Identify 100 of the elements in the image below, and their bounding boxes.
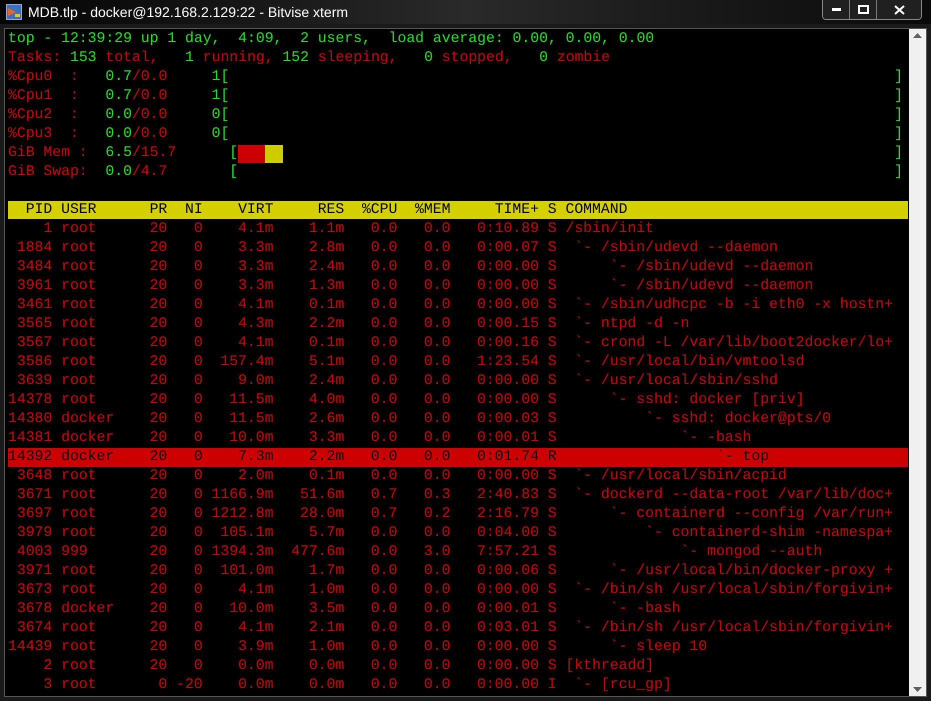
table-cell-text: S: [546, 429, 557, 448]
table-cell: `- /usr/local/sbin/sshd: [574, 372, 778, 391]
table-row[interactable]: 1884 root 20 0 3.3m 2.8m 0.0 0.0 0:00.07 S `- /sbin/udevd --daemon: [8, 239, 908, 258]
scroll-down-icon[interactable]: [913, 687, 922, 692]
table-cell-text: 20: [148, 410, 168, 429]
table-row[interactable]: 3567 root 20 0 4.1m 0.1m 0.0 0.0 0:00.16 S `- crond -L /var/lib/boot2docker/lo+: [8, 334, 908, 353]
table-cell-text: 4.1m: [237, 581, 274, 600]
table-row[interactable]: 14381 docker 20 0 10.0m 3.3m 0.0 0.0 0:00.01 S `- -bash: [8, 429, 908, 448]
table-cell-text: 2: [42, 657, 52, 676]
table-cell-text: docker: [61, 410, 116, 429]
selected-row[interactable]: 14392 docker 20 0 7.3m 2.2m 0.0 0.0 0:01.74 R `- top: [8, 448, 908, 467]
table-cell-text: 0: [192, 258, 203, 277]
table-cell: `- /usr/local/sbin/acpid: [574, 467, 787, 486]
table-row[interactable]: 3639 root 20 0 9.0m 2.4m 0.0 0.0 0:00.00 S `- /usr/local/sbin/sshd: [8, 372, 908, 391]
close-button[interactable]: [877, 0, 921, 19]
table-row[interactable]: 3674 root 20 0 4.1m 2.1m 0.0 0.0 0:03.01 S `- /bin/sh /usr/local/sbin/forgivin+: [8, 619, 908, 638]
table-row[interactable]: 3671 root 20 0 1166.9m 51.6m 0.7 0.3 2:40.83 S `- dockerd --data-root /var/lib/doc+: [8, 486, 908, 505]
column-header: PR: [148, 201, 168, 219]
table-cell: `- containerd-shim -namespa+: [645, 524, 893, 543]
table-cell-text: 0: [192, 657, 203, 676]
table-cell-text: 20: [148, 296, 168, 315]
table-cell-text: 0: [192, 391, 203, 410]
table-cell-text: 20: [148, 543, 168, 562]
table-row[interactable]: 3586 root 20 0 157.4m 5.1m 0.0 0.0 1:23.54 S `- /usr/local/bin/vmtoolsd: [8, 353, 908, 372]
table-cell-text: 0:00.07: [476, 239, 539, 258]
table-cell-text: 0: [192, 486, 203, 505]
table-cell-text: 4.1m: [237, 296, 274, 315]
table-cell-text: 0:00.00: [476, 676, 539, 695]
table-row[interactable]: 3648 root 20 0 2.0m 0.1m 0.0 0.0 0:00.00 S `- /usr/local/sbin/acpid: [8, 467, 908, 486]
table-cell-text: root: [61, 467, 98, 486]
table-cell-text: 4.1m: [237, 334, 274, 353]
table-cell-text: 1166.9m: [210, 486, 274, 505]
scrollbar[interactable]: [909, 29, 926, 696]
table-cell: 14381: [8, 429, 52, 448]
table-cell-text: I: [546, 676, 557, 695]
table-row[interactable]: 3461 root 20 0 4.1m 0.1m 0.0 0.0 0:00.00 S `- /sbin/udhcpc -b -i eth0 -x hostn+: [8, 296, 908, 315]
table-cell-text: 4003: [16, 543, 52, 562]
table-cell-text: root: [61, 353, 98, 372]
table-row[interactable]: 14439 root 20 0 3.9m 1.0m 0.0 0.0 0:00.00 S `- sleep 10: [8, 638, 908, 657]
table-cell-text: 3.0: [422, 543, 450, 562]
table-cell-text: S: [546, 581, 557, 600]
table-row[interactable]: 3 root 0 -20 0.0m 0.0m 0.0 0.0 0:00.00 I `- [rcu_gp]: [8, 676, 908, 695]
meter-bracket: ]: [894, 125, 903, 144]
table-cell-text: 20: [148, 334, 168, 353]
minimize-button[interactable]: [823, 0, 850, 19]
table-row[interactable]: 14380 docker 20 0 11.5m 2.6m 0.0 0.0 0:00.03 S `- sshd: docker@pts/0: [8, 410, 908, 429]
column-header: %MEM: [414, 201, 450, 219]
table-cell-text: 20: [148, 429, 168, 448]
table-cell-text: 0: [192, 277, 203, 296]
table-cell-text: 0: [192, 467, 203, 486]
table-cell-text: S: [546, 638, 557, 657]
table-row[interactable]: 3673 root 20 0 4.1m 1.0m 0.0 0.0 0:00.00 S `- /bin/sh /usr/local/sbin/forgivin+: [8, 581, 908, 600]
table-cell-text: 0: [192, 638, 203, 657]
table-cell-text: root: [61, 562, 98, 581]
table-cell-text: 0.0: [370, 600, 398, 619]
table-cell-text: S: [546, 467, 557, 486]
table-cell-text: 3.3m: [237, 277, 274, 296]
table-cell-text: 0.0: [370, 676, 398, 695]
table-cell-text: 3979: [16, 524, 52, 543]
table-row[interactable]: 14378 root 20 0 11.5m 4.0m 0.0 0.0 0:00.00 S `- sshd: docker [priv]: [8, 391, 908, 410]
table-cell-text: 0: [192, 372, 203, 391]
table-row[interactable]: 3971 root 20 0 101.0m 1.7m 0.0 0.0 0:00.06 S `- /usr/local/bin/docker-proxy +: [8, 562, 908, 581]
table-cell-text: 0:00.00: [476, 277, 539, 296]
table-cell-text: root: [61, 676, 98, 695]
table-cell-text: 3648: [16, 467, 52, 486]
table-cell-text: 0:00.00: [476, 581, 539, 600]
table-cell-text: 0: [192, 524, 203, 543]
table-cell-text: 3697: [16, 505, 52, 524]
table-row[interactable]: 1 root 20 0 4.1m 1.1m 0.0 0.0 0:10.89 S /sbin/init: [8, 220, 908, 239]
table-cell-text: S: [546, 334, 557, 353]
table-row[interactable]: 3484 root 20 0 3.3m 2.4m 0.0 0.0 0:00.00 S `- /sbin/udevd --daemon: [8, 258, 908, 277]
maximize-button[interactable]: [850, 0, 877, 19]
table-cell-text: 0:00.00: [476, 467, 539, 486]
table-cell-text: 0:00.01: [476, 600, 539, 619]
table-cell-text: 1.0m: [308, 581, 344, 600]
table-row[interactable]: 2 root 20 0 0.0m 0.0m 0.0 0.0 0:00.00 S [kthreadd]: [8, 657, 908, 676]
table-row[interactable]: 3961 root 20 0 3.3m 1.3m 0.0 0.0 0:00.00 S `- /sbin/udevd --daemon: [8, 277, 908, 296]
table-cell-text: 0.0: [370, 391, 398, 410]
table-row[interactable]: 3565 root 20 0 4.3m 2.2m 0.0 0.0 0:00.15 S `- ntpd -d -n: [8, 315, 908, 334]
table-cell-text: 1.7m: [308, 562, 344, 581]
table-cell-text: 0.0: [422, 638, 450, 657]
table-cell-text: 3.5m: [308, 600, 344, 619]
table-row[interactable]: 3979 root 20 0 105.1m 5.7m 0.0 0.0 0:04.00 S `- containerd-shim -namespa+: [8, 524, 908, 543]
table-cell-text: 0.0: [370, 657, 398, 676]
table-cell-text: 0.3: [422, 486, 450, 505]
table-row[interactable]: 3678 docker 20 0 10.0m 3.5m 0.0 0.0 0:00.01 S `- -bash: [8, 600, 908, 619]
table-cell-text: 0.0: [422, 334, 450, 353]
table-cell-text: 5.1m: [308, 353, 344, 372]
table-cell-text: S: [546, 410, 557, 429]
table-row[interactable]: 4003 999 20 0 1394.3m 477.6m 0.0 3.0 7:57.21 S `- mongod --auth: [8, 543, 908, 562]
table-cell-text: 1: [42, 220, 52, 239]
table-cell-text: 4.1m: [237, 619, 274, 638]
table-cell-text: 477.6m: [290, 543, 344, 562]
table-cell-text: 20: [148, 562, 168, 581]
window-title: MDB.tlp - docker@192.168.2.129:22 - Bitvise xterm: [28, 2, 348, 22]
table-row[interactable]: 3697 root 20 0 1212.8m 28.0m 0.7 0.2 2:16.79 S `- containerd --config /var/run+: [8, 505, 908, 524]
meter-bracket: ]: [894, 144, 903, 163]
scroll-up-icon[interactable]: [913, 33, 922, 38]
table-cell-text: 0: [192, 562, 203, 581]
table-cell-text: root: [61, 581, 98, 600]
